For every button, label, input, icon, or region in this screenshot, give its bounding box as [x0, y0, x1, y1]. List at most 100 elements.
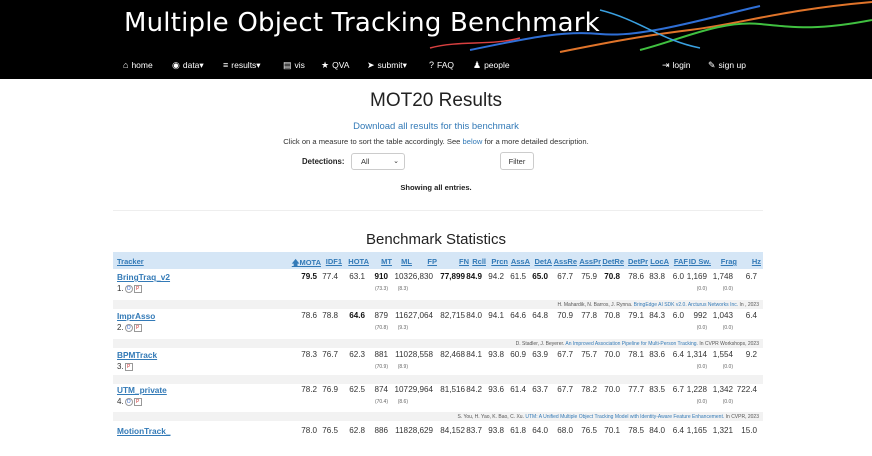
reference-title-link[interactable]: BringEdge AI SDK v2.0. Arcturus Networks…	[634, 302, 739, 308]
column-header-faf[interactable]: FAF	[674, 257, 688, 266]
nav-login[interactable]: ⇥ login	[662, 60, 691, 70]
tracker-rank: 1. O P	[117, 284, 142, 293]
column-header-hz[interactable]: Hz	[752, 257, 761, 266]
download-all-link[interactable]: Download all results for this benchmark	[353, 121, 519, 132]
star-icon: ★	[321, 59, 330, 70]
table-cell: 67.7	[557, 272, 573, 281]
table-cell: 9.2	[745, 350, 757, 359]
table-cell: 60.9	[510, 350, 526, 359]
nav-signup[interactable]: ✎ sign up	[708, 60, 746, 70]
table-cell: 78.2	[301, 385, 317, 394]
table-cell: 76.5	[581, 426, 597, 435]
table-cell: 77.8	[581, 311, 597, 320]
tracker-link[interactable]: UTM_private	[117, 385, 167, 395]
table-cell: 116	[395, 311, 408, 320]
column-header-asspr[interactable]: AssPr	[579, 257, 601, 266]
online-method-icon: O	[124, 284, 133, 293]
column-header-id-sw[interactable]: ID Sw.	[689, 257, 711, 266]
table-cell: 1,554	[712, 350, 733, 359]
table-cell: 110	[395, 350, 408, 359]
below-link[interactable]: below	[463, 137, 483, 146]
table-cell: 6.0	[672, 272, 684, 281]
table-cell: 77.4	[322, 272, 338, 281]
table-row: UTM_private 4. O P 78.2 76.9 62.5 874 107 29,964 8…	[113, 385, 763, 415]
column-header-assa[interactable]: AssA	[511, 257, 530, 266]
cell-subvalue: (0.0)	[722, 325, 733, 331]
reference-title-link[interactable]: An Improved Association Pipeline for Mul…	[565, 341, 698, 347]
column-header-assre[interactable]: AssRe	[554, 257, 577, 266]
column-header-loca[interactable]: LocA	[650, 257, 669, 266]
table-cell: 75.7	[581, 350, 597, 359]
filter-button[interactable]: Filter	[500, 152, 534, 170]
table-row: ImprAsso 2. O P 78.6 78.8 64.6 879 116 27,064 82,7…	[113, 311, 763, 341]
tracker-link[interactable]: BPMTrack	[117, 350, 157, 360]
nav-vis[interactable]: ▤ vis	[283, 60, 305, 70]
sort-hint: Click on a measure to sort the table acc…	[283, 137, 589, 146]
table-cell: 1,342	[712, 385, 733, 394]
public-detections-icon: P	[133, 397, 142, 406]
table-cell: 78.5	[628, 426, 644, 435]
reference-line: D. Stadler, J. Beyerer. An Improved Asso…	[113, 339, 763, 348]
online-method-icon: O	[124, 397, 133, 406]
column-header-hota[interactable]: HOTA	[348, 257, 369, 266]
column-header-fn[interactable]: FN	[459, 257, 469, 266]
table-cell: 1,165	[686, 426, 707, 435]
column-header-frag[interactable]: Frag	[721, 257, 737, 266]
showing-entries: Showing all entries.	[400, 183, 472, 192]
table-cell: 63.1	[349, 272, 365, 281]
table-cell: 64.8	[532, 311, 548, 320]
column-header-detpr[interactable]: DetPr	[628, 257, 648, 266]
table-cell: 82,715	[440, 311, 465, 320]
tracker-link[interactable]: MotionTrack_	[117, 426, 170, 436]
send-icon: ➤	[367, 60, 375, 70]
nav-home[interactable]: ⌂ home	[123, 60, 153, 70]
column-header-mota[interactable]: 🡅MOTA	[292, 257, 321, 270]
column-header-tracker[interactable]: Tracker	[117, 257, 144, 266]
column-header-mt[interactable]: MT	[381, 257, 392, 266]
table-cell: 83.5	[649, 385, 665, 394]
page-title: MOT20 Results	[370, 90, 502, 111]
table-cell: 1,321	[712, 426, 733, 435]
table-cell: 61.5	[510, 272, 526, 281]
column-header-ml[interactable]: ML	[401, 257, 412, 266]
tracker-link[interactable]: ImprAsso	[117, 311, 155, 321]
detections-select[interactable]: All ⌄	[351, 153, 405, 170]
table-cell: 61.4	[510, 385, 526, 394]
column-header-detre[interactable]: DetRe	[602, 257, 624, 266]
reference-line: H. Mahardik, N. Barros, J. Rynna. BringE…	[113, 300, 763, 309]
table-cell: 84,152	[440, 426, 465, 435]
nav-faq[interactable]: ? FAQ	[429, 60, 454, 70]
column-header-rcll[interactable]: Rcll	[472, 257, 486, 266]
cell-subvalue: (8.6)	[397, 399, 408, 405]
column-header-prcn[interactable]: Prcn	[491, 257, 508, 266]
navbar: ⌂ home ◉ data▾ ≡ results▾ ▤ vis ★ QVA ➤ submit…	[0, 53, 872, 79]
tracker-link[interactable]: BringTraq_v2	[117, 272, 170, 282]
table-cell: 61.8	[510, 426, 526, 435]
column-header-fp[interactable]: FP	[427, 257, 437, 266]
nav-results[interactable]: ≡ results▾	[223, 60, 261, 71]
nav-data[interactable]: ◉ data▾	[172, 60, 204, 71]
table-cell: 1,228	[686, 385, 707, 394]
stats-title: Benchmark Statistics	[365, 231, 507, 248]
nav-submit[interactable]: ➤ submit▾	[367, 60, 407, 71]
nav-people[interactable]: ♟ people	[473, 60, 510, 70]
cell-subvalue: (70.4)	[374, 399, 388, 405]
table-cell: 118	[395, 426, 408, 435]
nav-qva[interactable]: ★ QVA	[321, 60, 349, 70]
table-cell: 64.6	[510, 311, 526, 320]
public-detections-icon: P	[124, 362, 133, 371]
column-header-idf1[interactable]: IDF1	[326, 257, 342, 266]
table-cell: 79.5	[301, 272, 317, 281]
table-cell: 78.3	[301, 350, 317, 359]
cell-subvalue: (8.3)	[397, 286, 408, 292]
home-icon: ⌂	[123, 59, 129, 70]
table-cell: 84.1	[466, 350, 482, 359]
table-cell: 62.5	[349, 385, 365, 394]
reference-title-link[interactable]: UTM: A Unified Multiple Object Tracking …	[525, 414, 724, 420]
cell-subvalue: (70.9)	[374, 364, 388, 370]
table-cell: 64.0	[532, 426, 548, 435]
table-cell: 881	[374, 350, 388, 359]
table-cell: 874	[374, 385, 388, 394]
column-header-deta[interactable]: DetA	[534, 257, 552, 266]
table-cell: 1,748	[712, 272, 733, 281]
